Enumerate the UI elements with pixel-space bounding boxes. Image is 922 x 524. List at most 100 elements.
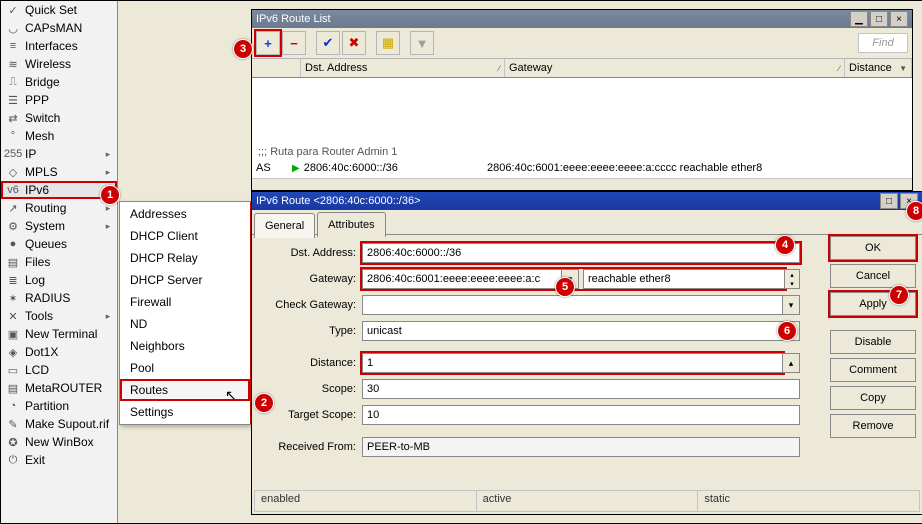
route-list-titlebar[interactable]: IPv6 Route List ▁ □ × [252,10,912,28]
sidebar-item-new-terminal[interactable]: ▣New Terminal [1,325,117,343]
check-gateway-dropdown-icon[interactable]: ▾ [783,295,800,315]
distance-up-icon[interactable]: ▴ [783,353,800,373]
sidebar-item-bridge[interactable]: ⎍Bridge [1,73,117,91]
route-list-body[interactable]: ;;; Ruta para Router Admin 1 AS ▶2806:40… [252,78,912,179]
sidebar-item-ip[interactable]: 255IP▸ [1,145,117,163]
sidebar-item-dot1x[interactable]: ◈Dot1X [1,343,117,361]
gateway-label: Gateway: [260,273,362,285]
sidebar-item-label: Log [25,273,113,287]
submenu-item-nd[interactable]: ND [120,313,250,335]
distance-input[interactable]: 1 [362,353,783,373]
scope-label: Scope: [260,383,362,395]
submenu-arrow-icon: ▸ [103,221,113,232]
sidebar-item-switch[interactable]: ⇄Switch [1,109,117,127]
badge-3: 3 [233,39,253,59]
sidebar-item-radius[interactable]: ✶ RADIUS [1,289,117,307]
menu-icon: ◡ [5,20,21,36]
add-button[interactable]: + [256,31,280,55]
submenu-item-settings[interactable]: Settings [120,401,250,423]
menu-icon: ✶ [5,290,21,306]
submenu-item-addresses[interactable]: Addresses [120,203,250,225]
status-enabled: enabled [255,491,477,511]
submenu-item-dhcp-relay[interactable]: DHCP Relay [120,247,250,269]
disable-button[interactable]: ✖ [342,31,366,55]
sidebar-item-system[interactable]: ⚙System▸ [1,217,117,235]
copy-button[interactable]: Copy [830,386,916,410]
sidebar-item-make-supout.rif[interactable]: ✎Make Supout.rif [1,415,117,433]
tab-general[interactable]: General [254,213,315,238]
sidebar-item-exit[interactable]: ⏻Exit [1,451,117,469]
table-row[interactable]: AS ▶2806:40c:6000::/36 2806:40c:6001:eee… [252,160,912,176]
sidebar-item-routing[interactable]: ↗Routing▸ [1,199,117,217]
maximize-icon[interactable]: □ [880,193,898,209]
menu-icon: ≣ [5,272,21,288]
sidebar-item-label: New WinBox [25,435,113,449]
col-dst[interactable]: Dst. Address∕ [301,59,505,77]
sidebar-item-label: PPP [25,93,113,107]
sidebar-item-label: Tools [25,309,99,323]
sidebar-item-wireless[interactable]: ≋Wireless [1,55,117,73]
badge-8: 8 [906,201,922,221]
received-from-label: Received From: [260,441,362,453]
submenu-item-neighbors[interactable]: Neighbors [120,335,250,357]
close-icon[interactable]: × [890,11,908,27]
filter-button[interactable]: ▼ [410,31,434,55]
dst-address-input[interactable]: 2806:40c:6000::/36 [362,243,800,263]
sidebar-item-tools[interactable]: ✕Tools▸ [1,307,117,325]
dst-address-label: Dst. Address: [260,247,362,259]
col-flags[interactable] [252,59,301,77]
route-list-window: IPv6 Route List ▁ □ × + − ✔ ✖ ▦ ▼ Find D… [251,9,913,191]
menu-icon: ● [5,236,21,252]
mouse-cursor-icon: ↖ [225,387,237,404]
route-comment: ;;; Ruta para Router Admin 1 [258,146,397,158]
col-gateway[interactable]: Gateway∕ [505,59,845,77]
sidebar-item-quick-set[interactable]: ✓Quick Set [1,1,117,19]
cancel-button[interactable]: Cancel [830,264,916,288]
sidebar-item-label: Partition [25,399,113,413]
sidebar-item-new-winbox[interactable]: ✪New WinBox [1,433,117,451]
col-distance[interactable]: Distance▼ [845,59,912,77]
maximize-icon[interactable]: □ [870,11,888,27]
sidebar-item-partition[interactable]: ◔Partition [1,397,117,415]
menu-icon: ☰ [5,92,21,108]
menu-icon: ▤ [5,380,21,396]
comment-button[interactable]: ▦ [376,31,400,55]
gateway-spin[interactable]: ▴▾ [785,269,800,289]
type-input[interactable]: unicast [362,321,783,341]
sidebar-item-log[interactable]: ≣ Log [1,271,117,289]
type-label: Type: [260,325,362,337]
app-window: ✓Quick Set◡ CAPsMAN ≡Interfaces≋Wireless⎍B… [0,0,922,524]
sidebar-item-metarouter[interactable]: ▤MetaROUTER [1,379,117,397]
submenu-item-pool[interactable]: Pool [120,357,250,379]
submenu-item-dhcp-client[interactable]: DHCP Client [120,225,250,247]
sidebar-item-interfaces[interactable]: ≡Interfaces [1,37,117,55]
route-edit-titlebar[interactable]: IPv6 Route <2806:40c:6000::/36> □ × [252,192,922,210]
submenu-item-firewall[interactable]: Firewall [120,291,250,313]
sidebar-item-lcd[interactable]: ▭LCD [1,361,117,379]
badge-4: 4 [775,235,795,255]
tab-attributes[interactable]: Attributes [317,212,385,237]
ok-button[interactable]: OK [830,236,916,260]
scope-input[interactable]: 30 [362,379,800,399]
sidebar-item-label: RADIUS [25,291,113,305]
remove-button[interactable]: Remove [830,414,916,438]
minimize-icon[interactable]: ▁ [850,11,868,27]
check-gateway-input[interactable] [362,295,783,315]
find-input[interactable]: Find [858,33,908,53]
menu-icon: v6 [5,182,21,198]
sidebar-item-files[interactable]: ▤Files [1,253,117,271]
received-from-value: PEER-to-MB [362,437,800,457]
remove-button[interactable]: − [282,31,306,55]
submenu-item-dhcp-server[interactable]: DHCP Server [120,269,250,291]
sidebar-item-capsman[interactable]: ◡ CAPsMAN [1,19,117,37]
sidebar-item-queues[interactable]: ●Queues [1,235,117,253]
sidebar-item-mesh[interactable]: °Mesh [1,127,117,145]
sidebar-item-ppp[interactable]: ☰ PPP [1,91,117,109]
disable-button[interactable]: Disable [830,330,916,354]
comment-button[interactable]: Comment [830,358,916,382]
enable-button[interactable]: ✔ [316,31,340,55]
sidebar-item-label: CAPsMAN [25,21,113,35]
target-scope-input[interactable]: 10 [362,405,800,425]
gateway-input[interactable]: 2806:40c:6001:eeee:eeee:eeee:a:c [362,269,562,289]
sidebar-item-mpls[interactable]: ◇MPLS▸ [1,163,117,181]
